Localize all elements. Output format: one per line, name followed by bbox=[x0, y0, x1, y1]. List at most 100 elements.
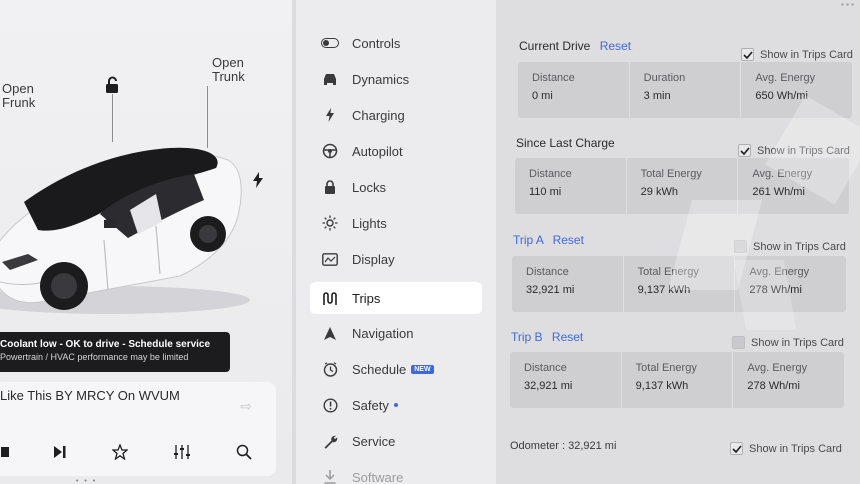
stat-total-energy: Total Energy 9,137 kWh bbox=[622, 352, 734, 408]
favorite-star-icon[interactable] bbox=[108, 440, 132, 464]
stat-value: 278 Wh/mi bbox=[747, 380, 800, 392]
stat-total-energy: Total Energy 9,137 kWh bbox=[624, 256, 736, 312]
menu-label: Display bbox=[352, 251, 395, 267]
stat-value: 110 mi bbox=[529, 186, 562, 198]
download-icon bbox=[320, 467, 340, 484]
stat-label: Distance bbox=[529, 168, 572, 180]
show-label: Show in Trips Card bbox=[760, 48, 853, 61]
stat-distance: Distance 32,921 mi bbox=[510, 352, 622, 408]
current-drive-reset-button[interactable]: Reset bbox=[600, 39, 631, 53]
stat-distance: Distance 0 mi bbox=[518, 62, 630, 118]
menu-item-autopilot[interactable]: Autopilot bbox=[310, 136, 482, 166]
current-drive-header: Current Drive Reset bbox=[519, 39, 631, 53]
checkmark-icon[interactable] bbox=[738, 144, 751, 157]
stat-value: 0 mi bbox=[532, 90, 553, 102]
stat-label: Total Energy bbox=[635, 362, 697, 374]
stop-icon[interactable] bbox=[0, 440, 18, 464]
stat-label: Distance bbox=[532, 72, 575, 84]
current-drive-stats: Distance 0 mi Duration 3 min Avg. Energy… bbox=[518, 62, 852, 118]
menu-label: Trips bbox=[352, 290, 381, 306]
menu-item-schedule[interactable]: Schedule NEW bbox=[310, 354, 482, 384]
bolt-icon bbox=[320, 105, 340, 125]
page-dots: • • • bbox=[76, 478, 98, 484]
menu-label: Service bbox=[352, 433, 396, 449]
equalizer-icon[interactable] bbox=[170, 440, 194, 464]
media-controls bbox=[0, 440, 276, 464]
trips-icon bbox=[320, 288, 340, 308]
stat-value: 32,921 mi bbox=[526, 284, 575, 296]
checkbox[interactable] bbox=[732, 336, 745, 349]
stat-value: 3 min bbox=[643, 90, 671, 102]
search-icon[interactable] bbox=[232, 440, 256, 464]
media-player: Like This BY MRCY On WVUM ⇨ bbox=[0, 382, 276, 476]
trip-b-show-toggle[interactable]: Show in Trips Card bbox=[732, 336, 844, 349]
stat-value: 9,137 kWh bbox=[635, 380, 689, 392]
menu-item-safety[interactable]: Safety bbox=[310, 390, 482, 420]
trip-a-stats: Distance 32,921 mi Total Energy 9,137 kW… bbox=[512, 256, 846, 312]
clock-icon bbox=[320, 359, 340, 379]
coolant-alert-banner[interactable]: Coolant low - OK to drive - Schedule ser… bbox=[0, 332, 230, 372]
stat-avg-energy: Avg. Energy 278 Wh/mi bbox=[735, 256, 846, 312]
stat-distance: Distance 32,921 mi bbox=[512, 256, 624, 312]
stat-distance: Distance 110 mi bbox=[515, 158, 627, 214]
stat-value: 261 Wh/mi bbox=[752, 186, 805, 198]
menu-item-software[interactable]: Software bbox=[310, 462, 482, 484]
trips-panel: ▪ ▪ ▪ Current Drive Reset Show in Trips … bbox=[496, 0, 860, 484]
stat-value: 32,921 mi bbox=[524, 380, 573, 392]
menu-label: Controls bbox=[352, 35, 401, 51]
odometer-show-toggle[interactable]: Show in Trips Card bbox=[730, 442, 842, 455]
open-trunk-button[interactable]: Open Trunk bbox=[212, 56, 245, 84]
now-playing-title: Like This BY MRCY On WVUM bbox=[0, 388, 180, 403]
menu-label: Safety bbox=[352, 397, 389, 413]
menu-item-navigation[interactable]: Navigation bbox=[310, 318, 482, 348]
open-frunk-button[interactable]: Open Frunk bbox=[2, 82, 35, 110]
menu-item-lights[interactable]: Lights bbox=[310, 208, 482, 238]
stat-label: Distance bbox=[524, 362, 567, 374]
alert-title: Coolant low - OK to drive - Schedule ser… bbox=[0, 339, 211, 350]
alert-detail: Powertrain / HVAC performance may be lim… bbox=[0, 352, 189, 362]
menu-item-trips[interactable]: Trips bbox=[310, 282, 482, 314]
menu-item-service[interactable]: Service bbox=[310, 426, 482, 456]
toggle-icon bbox=[320, 33, 340, 53]
car-pane: Open Frunk Open Trunk Coolant low - OK t… bbox=[0, 0, 292, 484]
menu-item-controls[interactable]: Controls bbox=[310, 28, 482, 58]
trip-b-title[interactable]: Trip B bbox=[511, 330, 543, 344]
trip-b-reset-button[interactable]: Reset bbox=[552, 330, 583, 344]
trip-b-stats: Distance 32,921 mi Total Energy 9,137 kW… bbox=[510, 352, 844, 408]
stat-label: Total Energy bbox=[637, 266, 699, 278]
next-source-icon[interactable]: ⇨ bbox=[240, 398, 252, 415]
stat-value: 29 kWh bbox=[640, 186, 678, 198]
checkmark-icon[interactable] bbox=[741, 48, 754, 61]
trip-a-header: Trip A Reset bbox=[513, 233, 584, 247]
skip-next-icon[interactable] bbox=[48, 440, 72, 464]
checkbox[interactable] bbox=[734, 240, 747, 253]
trip-b-header: Trip B Reset bbox=[511, 330, 583, 344]
stat-avg-energy: Avg. Energy 650 Wh/mi bbox=[741, 62, 852, 118]
trip-a-show-toggle[interactable]: Show in Trips Card bbox=[734, 240, 846, 253]
unlock-icon[interactable] bbox=[104, 76, 120, 99]
menu-item-display[interactable]: Display bbox=[310, 244, 482, 274]
checkmark-icon[interactable] bbox=[730, 442, 743, 455]
trip-a-title[interactable]: Trip A bbox=[513, 233, 543, 247]
stat-label: Avg. Energy bbox=[749, 266, 810, 278]
menu-item-locks[interactable]: Locks bbox=[310, 172, 482, 202]
sun-icon bbox=[320, 213, 340, 233]
menu-label: Schedule bbox=[352, 361, 407, 377]
current-drive-show-toggle[interactable]: Show in Trips Card bbox=[741, 48, 853, 61]
menu-label: Lights bbox=[352, 215, 387, 231]
new-badge: NEW bbox=[411, 364, 434, 374]
menu-label: Dynamics bbox=[352, 71, 410, 87]
odometer: Odometer : 32,921 mi bbox=[510, 440, 616, 452]
current-drive-title: Current Drive bbox=[519, 39, 591, 53]
wrench-icon bbox=[320, 431, 340, 451]
menu-item-charging[interactable]: Charging bbox=[310, 100, 482, 130]
update-dot bbox=[393, 403, 398, 407]
odometer-label: Odometer bbox=[510, 440, 559, 452]
menu-item-dynamics[interactable]: Dynamics bbox=[310, 64, 482, 94]
stat-total-energy: Total Energy 29 kWh bbox=[627, 158, 739, 214]
since-charge-show-toggle[interactable]: Show in Trips Card bbox=[738, 144, 850, 157]
show-label: Show in Trips Card bbox=[753, 240, 846, 253]
stat-label: Avg. Energy bbox=[755, 72, 816, 84]
stat-label: Distance bbox=[526, 266, 569, 278]
trip-a-reset-button[interactable]: Reset bbox=[553, 233, 584, 247]
